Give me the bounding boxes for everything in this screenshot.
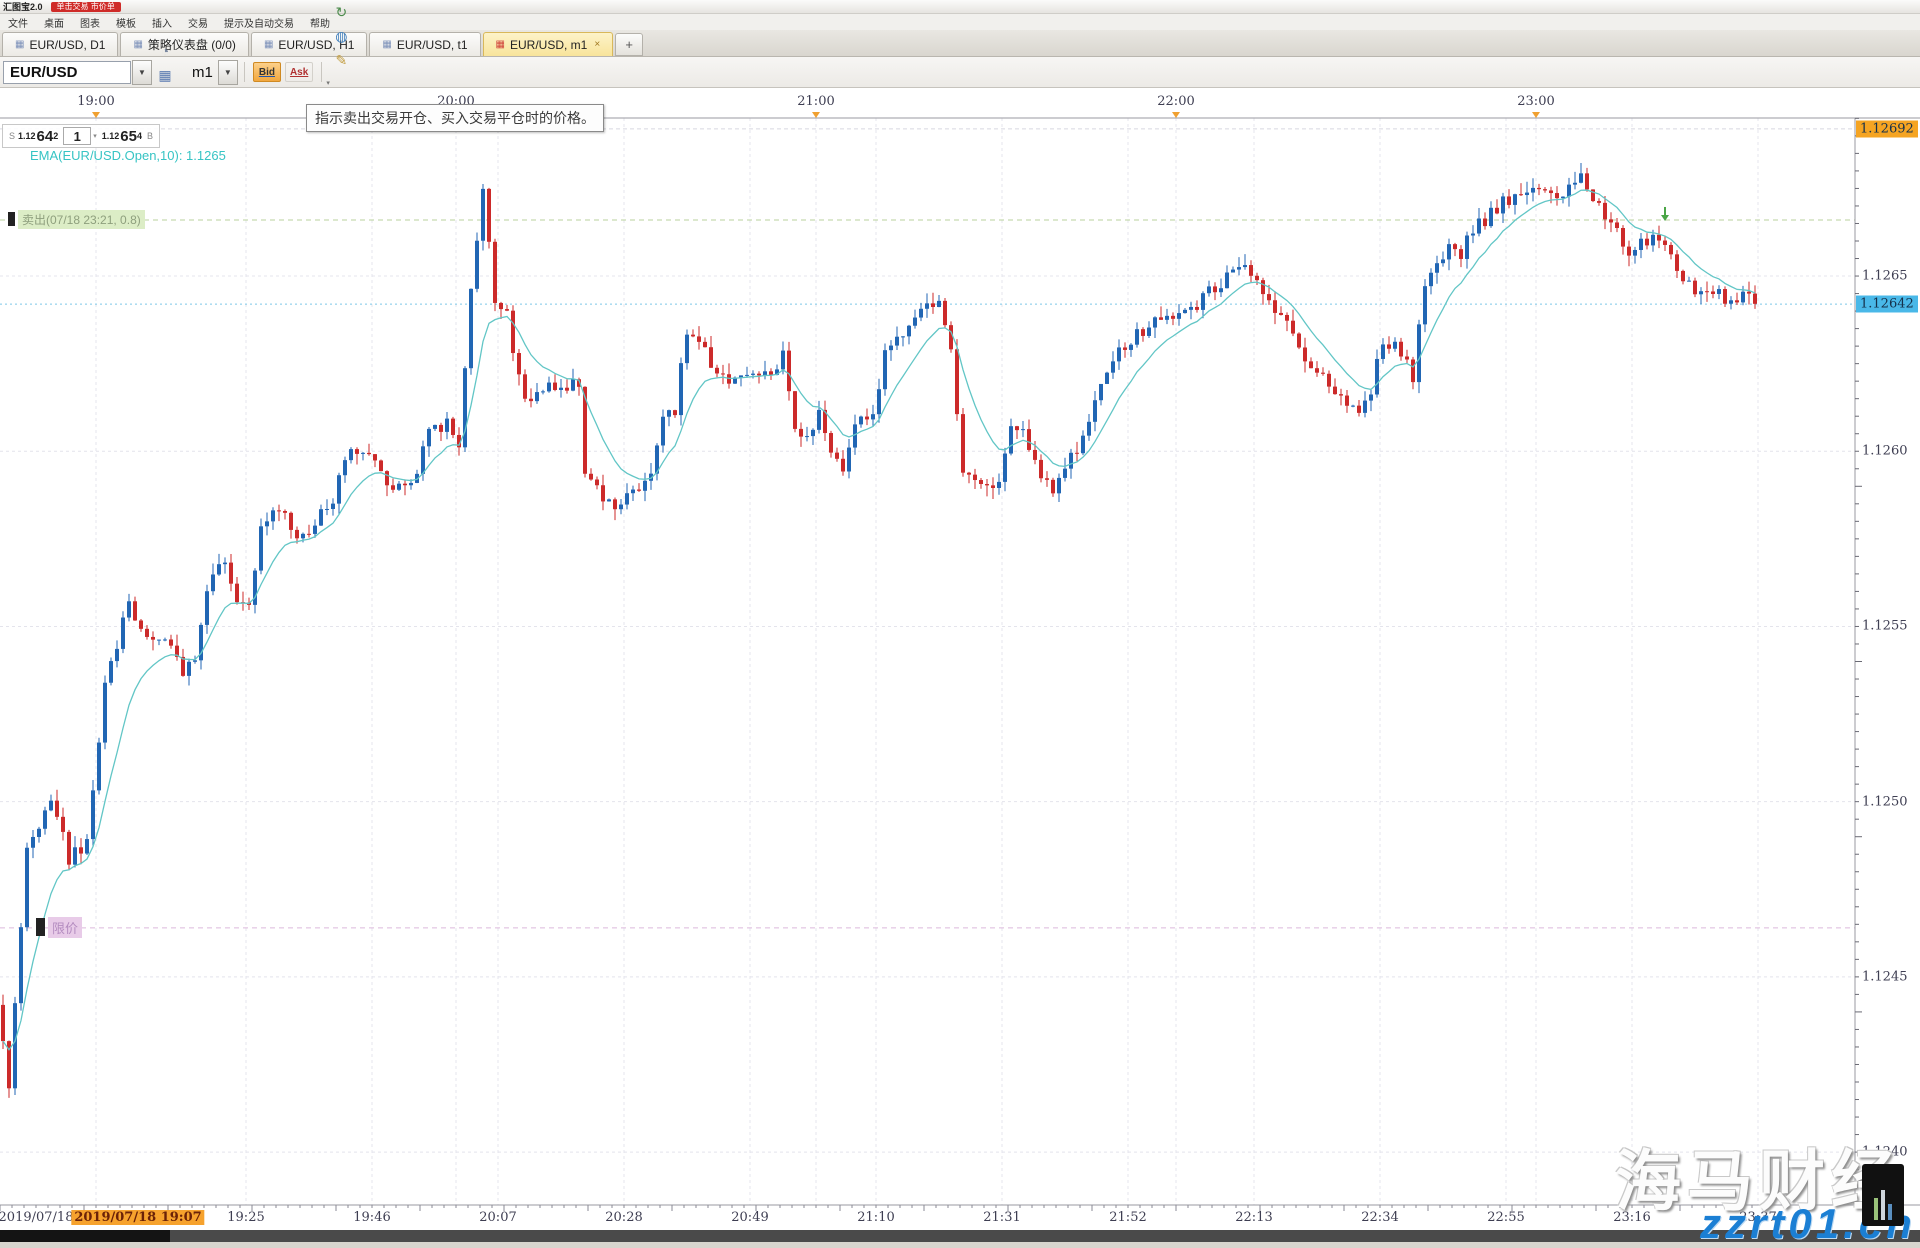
bottom-time-label: 22:13 (1235, 1210, 1272, 1225)
symbol-dropdown-button[interactable]: ▼ (132, 60, 152, 85)
chart-tab-icon: ▦ (496, 40, 505, 50)
ask-button[interactable]: Ask (285, 62, 313, 82)
menu-item-4[interactable]: 插入 (144, 15, 180, 30)
price-axis-label: 1.1250 (1862, 794, 1908, 809)
price-axis-label: 1.1255 (1862, 619, 1908, 634)
bottom-time-label: 2019/07/18 (0, 1210, 73, 1225)
buy-price-small: 1.12 (102, 131, 120, 141)
hour-marker-icon (812, 112, 820, 118)
sell-side-label: S (9, 131, 15, 141)
toolbar: EUR/USD ▼ ◔▦▾ m1 ▼ Bid Ask ⊕⊖▸◎▾⌛▣↻◍✎▾▤▥… (0, 57, 1920, 88)
periods-icon[interactable]: ◔ (153, 39, 177, 63)
sell-position-label[interactable]: 卖出(07/18 23:21, 0.8) (8, 210, 145, 229)
bottom-time-label: 2019/07/18 19:07 (71, 1210, 204, 1225)
tab-close-icon[interactable]: × (594, 39, 600, 50)
limit-order-label[interactable]: 限价 (36, 917, 82, 938)
one-click-trade-widget[interactable]: S 1.12 64 2 1 ▾ 1.12 65 4 B (2, 124, 160, 148)
buy-side-label: B (147, 131, 153, 141)
lot-size-input[interactable]: 1 (63, 127, 91, 145)
title-badge[interactable]: 单击交易 市价单 (51, 2, 121, 12)
menu-item-3[interactable]: 模板 (108, 15, 144, 30)
chart-tab-icon: ▦ (133, 40, 142, 50)
chart-tab-3[interactable]: ▦ EUR/USD, t1 (369, 32, 480, 56)
chart-tab-label: EUR/USD, D1 (29, 38, 105, 52)
bid-ask-tooltip: 指示卖出交易开仓、买入交易平仓时的价格。 (306, 104, 604, 132)
bid-button[interactable]: Bid (253, 62, 281, 82)
timeframe-dropdown-button[interactable]: ▼ (218, 60, 238, 85)
high-price-tag: 1.12692 (1856, 120, 1918, 137)
price-axis-label: 1.1260 (1862, 444, 1908, 459)
bottom-window-bar (0, 1230, 1920, 1242)
bottom-time-label: 21:31 (983, 1210, 1020, 1225)
chart-tab-1[interactable]: ▦策略仪表盘 (0/0) (120, 32, 248, 56)
top-time-label: 22:00 (1157, 94, 1194, 109)
mini-chart-widget[interactable] (1862, 1164, 1904, 1226)
chart-tab-icon: ▦ (382, 40, 391, 50)
menu-item-0[interactable]: 文件 (0, 15, 36, 30)
hour-marker-icon (1532, 112, 1540, 118)
add-tab-button[interactable]: + (615, 33, 643, 56)
top-time-label: 21:00 (797, 94, 834, 109)
bottom-time-label: 21:10 (857, 1210, 894, 1225)
ema-indicator-label: EMA(EUR/USD.Open,10): 1.1265 (30, 148, 226, 163)
sell-price-small: 1.12 (18, 131, 36, 141)
lot-dropdown-icon[interactable]: ▾ (93, 132, 97, 140)
bottom-time-label: 20:49 (731, 1210, 768, 1225)
buy-price-pipette: 4 (137, 131, 142, 141)
timeframe-value[interactable]: m1 (192, 64, 213, 81)
top-time-label: 23:00 (1517, 94, 1554, 109)
menu-item-5[interactable]: 交易 (180, 15, 216, 30)
chart-type-icon[interactable]: ▦ (153, 63, 177, 87)
bottom-time-label: 19:46 (353, 1210, 390, 1225)
tab-bar: ▦EUR/USD, D1▦策略仪表盘 (0/0)▦EUR/USD, H1▦EUR… (0, 30, 1920, 57)
menu-item-6[interactable]: 提示及自动交易 (216, 15, 302, 30)
dropdown-caret-icon[interactable]: ▾ (326, 80, 330, 87)
chart-tab-4[interactable]: ▦ EUR/USD, m1 × (483, 32, 614, 56)
hour-marker-icon (92, 112, 100, 118)
bottom-time-label: 19:25 (227, 1210, 264, 1225)
candle-marker-icon (36, 918, 45, 936)
ruler-icon[interactable]: ✎ (329, 48, 353, 72)
sell-price-big[interactable]: 64 (37, 128, 54, 145)
toolbar-separator (321, 62, 322, 82)
app-title: 汇图宝2.0 (3, 0, 43, 13)
title-bar: 汇图宝2.0 单击交易 市价单 (0, 0, 1920, 14)
bottom-time-label: 22:34 (1361, 1210, 1398, 1225)
candle-marker-icon (8, 212, 15, 226)
sell-price-pipette: 2 (53, 131, 58, 141)
menu-item-2[interactable]: 图表 (72, 15, 108, 30)
menu-bar: 文件桌面图表模板插入交易提示及自动交易帮助 (0, 14, 1920, 31)
candlestick-chart[interactable] (0, 88, 1920, 1230)
hour-marker-icon (1172, 112, 1180, 118)
symbol-input[interactable]: EUR/USD (3, 61, 131, 84)
menu-item-1[interactable]: 桌面 (36, 15, 72, 30)
chart-tab-label: EUR/USD, m1 (510, 38, 587, 52)
price-axis-label: 1.1245 (1862, 969, 1908, 984)
chart-tab-0[interactable]: ▦ EUR/USD, D1 (2, 32, 118, 56)
toolbar-separator (244, 62, 245, 82)
bottom-time-label: 20:28 (605, 1210, 642, 1225)
refresh-icon[interactable]: ↻ (329, 0, 353, 24)
bottom-time-label: 21:52 (1109, 1210, 1146, 1225)
buy-price-big[interactable]: 65 (120, 128, 137, 145)
bottom-time-label: 20:07 (479, 1210, 516, 1225)
bottom-time-label: 22:55 (1487, 1210, 1524, 1225)
chart-tab-label: EUR/USD, t1 (397, 38, 468, 52)
bid-price-tag: 1.12642 (1856, 296, 1918, 313)
top-time-label: 19:00 (77, 94, 114, 109)
chart-tab-icon: ▦ (15, 40, 24, 50)
chart-area[interactable]: 指示卖出交易开仓、买入交易平仓时的价格。 S 1.12 64 2 1 ▾ 1.1… (0, 88, 1920, 1230)
price-axis-label: 1.1265 (1862, 269, 1908, 284)
web-icon[interactable]: ◍ (329, 24, 353, 48)
chart-tab-icon: ▦ (264, 40, 273, 50)
